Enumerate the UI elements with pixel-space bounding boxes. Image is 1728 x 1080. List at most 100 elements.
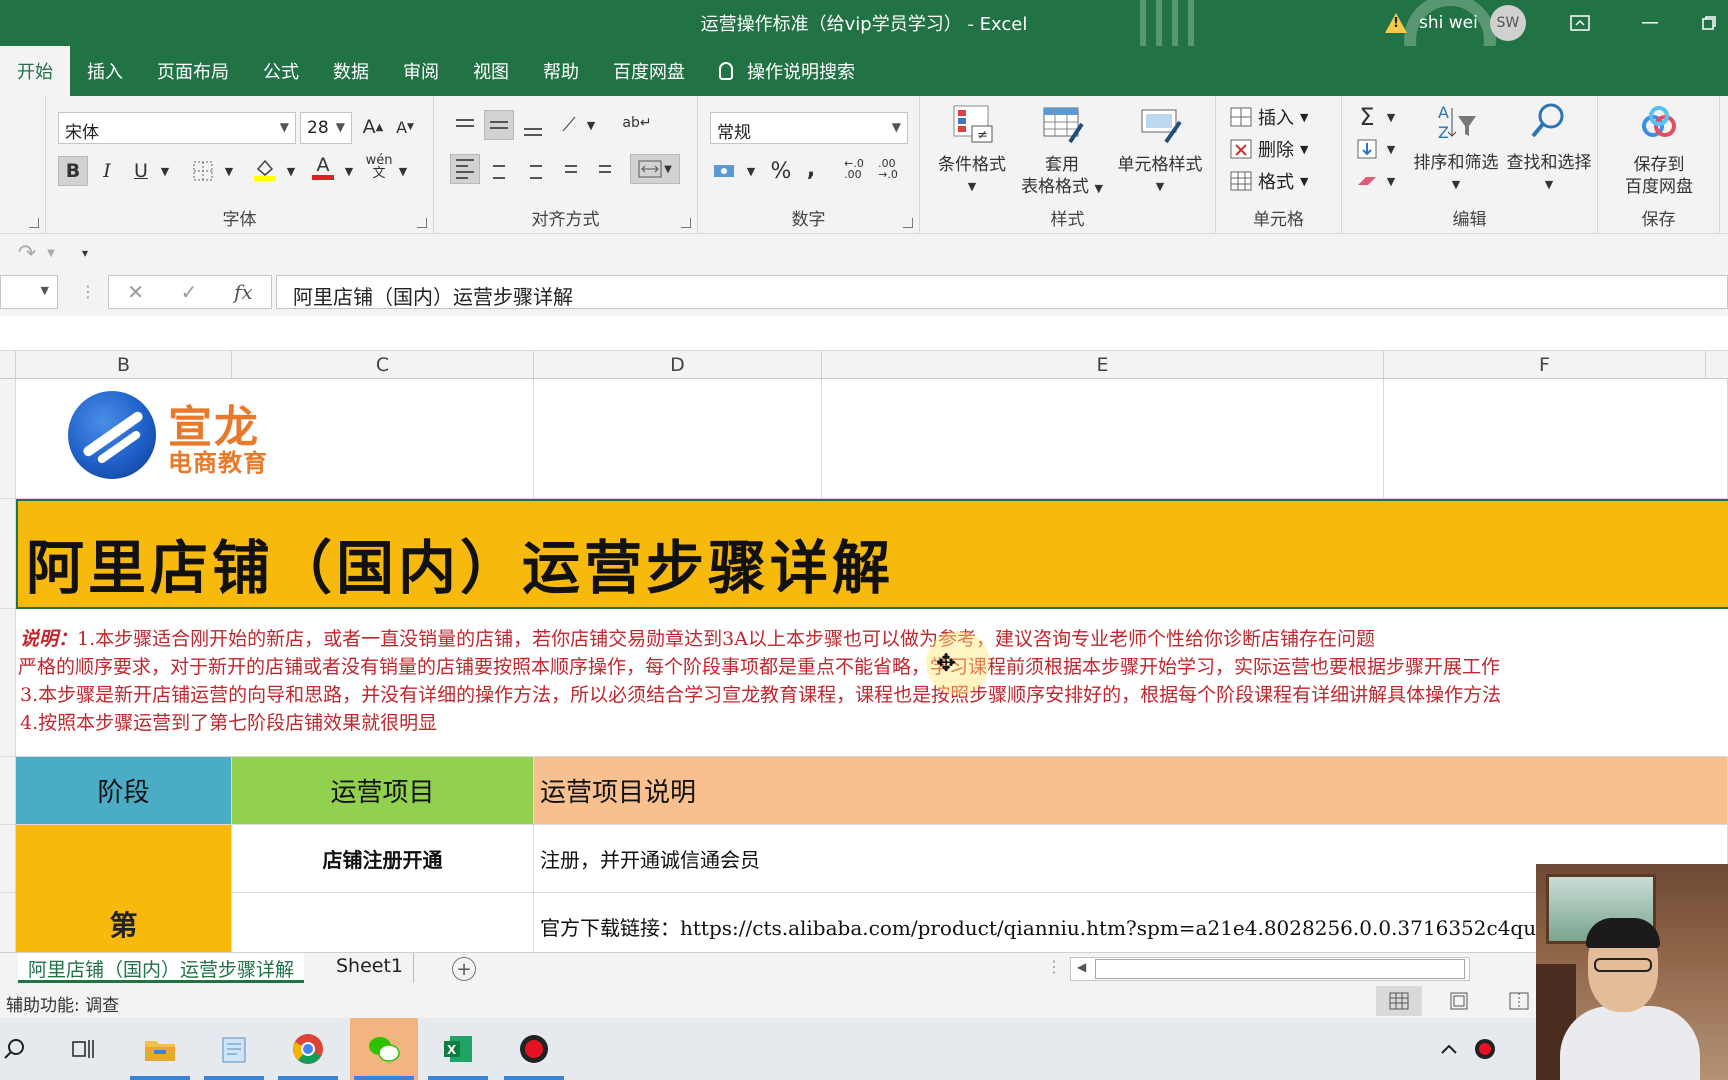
customize-qat-icon[interactable]: ▾: [70, 238, 100, 268]
insert-cells-button[interactable]: 插入 ▼: [1230, 104, 1308, 130]
worksheet[interactable]: 宣龙 电商教育 阿里店铺（国内）运营步骤详解 说明：1.本步骤适合刚开始的新店，…: [0, 379, 1728, 952]
tray-chevron-up-icon[interactable]: [1432, 1018, 1466, 1080]
tab-formulas[interactable]: 公式: [246, 46, 316, 96]
name-box[interactable]: ▼: [0, 275, 58, 309]
item-cell-2[interactable]: [232, 893, 534, 952]
decrease-indent-icon[interactable]: [552, 154, 582, 184]
font-name-combo[interactable]: 宋体 ▼: [58, 112, 296, 144]
save-to-baidu-button[interactable]: 保存到 百度网盘: [1606, 104, 1712, 198]
align-left-icon[interactable]: [450, 154, 480, 184]
row-header[interactable]: [0, 893, 16, 952]
column-header-d[interactable]: D: [534, 351, 822, 379]
file-explorer-icon[interactable]: [126, 1018, 194, 1080]
ribbon-display-icon[interactable]: [1554, 0, 1606, 46]
chevron-down-icon[interactable]: ▼: [276, 156, 306, 186]
column-header-b[interactable]: B: [16, 351, 232, 379]
avatar[interactable]: SW: [1489, 5, 1526, 41]
chevron-down-icon[interactable]: ▼: [736, 156, 766, 186]
column-header-f[interactable]: F: [1384, 351, 1706, 379]
item-cell-1[interactable]: 店铺注册开通: [232, 825, 534, 893]
percent-icon[interactable]: %: [766, 156, 796, 186]
wrap-text-icon[interactable]: ab↵: [622, 108, 652, 138]
recorder-icon[interactable]: [500, 1018, 568, 1080]
scroll-left-icon[interactable]: ◀: [1077, 960, 1086, 974]
sheet-tab-2[interactable]: Sheet1: [326, 953, 415, 983]
wechat-icon[interactable]: [350, 1018, 418, 1080]
tab-help[interactable]: 帮助: [526, 46, 596, 96]
scroll-thumb[interactable]: [1095, 959, 1465, 979]
horizontal-scrollbar[interactable]: ◀: [1070, 957, 1470, 981]
tab-page-layout[interactable]: 页面布局: [140, 46, 246, 96]
tab-insert[interactable]: 插入: [70, 46, 140, 96]
select-all-corner[interactable]: [0, 351, 16, 379]
logo-cell[interactable]: 宣龙 电商教育: [16, 379, 534, 499]
page-layout-view-icon[interactable]: [1436, 986, 1482, 1016]
number-format-combo[interactable]: 常规 ▼: [710, 112, 908, 144]
restore-icon[interactable]: [1690, 0, 1728, 46]
cell-d1[interactable]: [534, 379, 822, 499]
align-middle-icon[interactable]: [484, 110, 514, 140]
cancel-entry-icon[interactable]: ✕: [127, 280, 144, 304]
align-right-icon[interactable]: [518, 154, 548, 184]
tell-me-search[interactable]: 操作说明搜索: [702, 46, 872, 96]
excel-icon[interactable]: X: [424, 1018, 492, 1080]
column-header-e[interactable]: E: [822, 351, 1384, 379]
merge-center-icon[interactable]: ▼: [630, 154, 680, 184]
chevron-down-icon[interactable]: ▼: [388, 156, 418, 186]
row-header[interactable]: [0, 499, 16, 609]
stage-cell[interactable]: 第: [16, 825, 232, 952]
bold-icon[interactable]: B: [58, 156, 88, 186]
format-as-table-button[interactable]: 套用 表格格式 ▼: [1012, 104, 1112, 200]
align-bottom-icon[interactable]: [518, 112, 548, 142]
format-cells-button[interactable]: 格式 ▼: [1230, 168, 1308, 194]
header-description[interactable]: 运营项目说明: [534, 757, 1728, 825]
tab-data[interactable]: 数据: [316, 46, 386, 96]
row-header[interactable]: [0, 379, 16, 499]
search-icon[interactable]: [0, 1018, 30, 1080]
find-select-button[interactable]: 查找和选择 ▼: [1502, 102, 1596, 196]
tab-review[interactable]: 审阅: [386, 46, 456, 96]
formula-input[interactable]: 阿里店铺（国内）运营步骤详解: [276, 275, 1728, 309]
column-header-c[interactable]: C: [232, 351, 534, 379]
banner-cell[interactable]: 阿里店铺（国内）运营步骤详解: [16, 499, 1728, 609]
increase-indent-icon[interactable]: [586, 154, 616, 184]
chevron-down-icon[interactable]: ▼: [214, 156, 244, 186]
clipboard-launcher-icon[interactable]: [29, 218, 39, 228]
accessibility-status[interactable]: 辅助功能: 调查: [6, 996, 119, 1016]
cell-styles-button[interactable]: 单元格样式 ▼: [1108, 104, 1212, 198]
row-header[interactable]: [0, 825, 16, 893]
chevron-down-icon[interactable]: ▼: [1376, 166, 1406, 196]
row-header[interactable]: [0, 757, 16, 825]
row-header[interactable]: [0, 609, 16, 757]
tab-baidu[interactable]: 百度网盘: [596, 46, 702, 96]
chevron-down-icon[interactable]: ▼: [334, 156, 364, 186]
tab-view[interactable]: 视图: [456, 46, 526, 96]
chevron-down-icon[interactable]: ▼: [1376, 134, 1406, 164]
tab-home[interactable]: 开始: [0, 46, 70, 96]
grow-font-icon[interactable]: A ▲: [358, 112, 388, 142]
confirm-entry-icon[interactable]: ✓: [181, 280, 198, 304]
chevron-down-icon[interactable]: ▼: [36, 238, 66, 268]
task-view-icon[interactable]: [50, 1018, 118, 1080]
tray-record-icon[interactable]: [1468, 1018, 1502, 1080]
italic-icon[interactable]: I: [92, 156, 122, 186]
comma-style-icon[interactable]: ,: [796, 154, 826, 184]
chrome-icon[interactable]: [274, 1018, 342, 1080]
split-grip-icon[interactable]: ⋮: [1046, 957, 1062, 976]
alignment-launcher-icon[interactable]: [681, 218, 691, 228]
cell-e1[interactable]: [822, 379, 1384, 499]
conditional-format-button[interactable]: ≠ 条件格式 ▼: [930, 104, 1014, 198]
number-launcher-icon[interactable]: [903, 218, 913, 228]
minimize-icon[interactable]: [1624, 0, 1676, 46]
align-top-icon[interactable]: [450, 108, 480, 138]
font-launcher-icon[interactable]: [417, 218, 427, 228]
add-sheet-icon[interactable]: +: [452, 957, 476, 981]
align-center-icon[interactable]: [484, 154, 514, 184]
normal-view-icon[interactable]: [1376, 986, 1422, 1016]
shrink-font-icon[interactable]: A ▼: [390, 112, 420, 142]
cell-f1[interactable]: [1384, 379, 1728, 499]
header-stage[interactable]: 阶段: [16, 757, 232, 825]
increase-decimal-icon[interactable]: ←.0.00: [838, 154, 870, 184]
chevron-down-icon[interactable]: ▼: [1376, 102, 1406, 132]
notepad-icon[interactable]: [200, 1018, 268, 1080]
